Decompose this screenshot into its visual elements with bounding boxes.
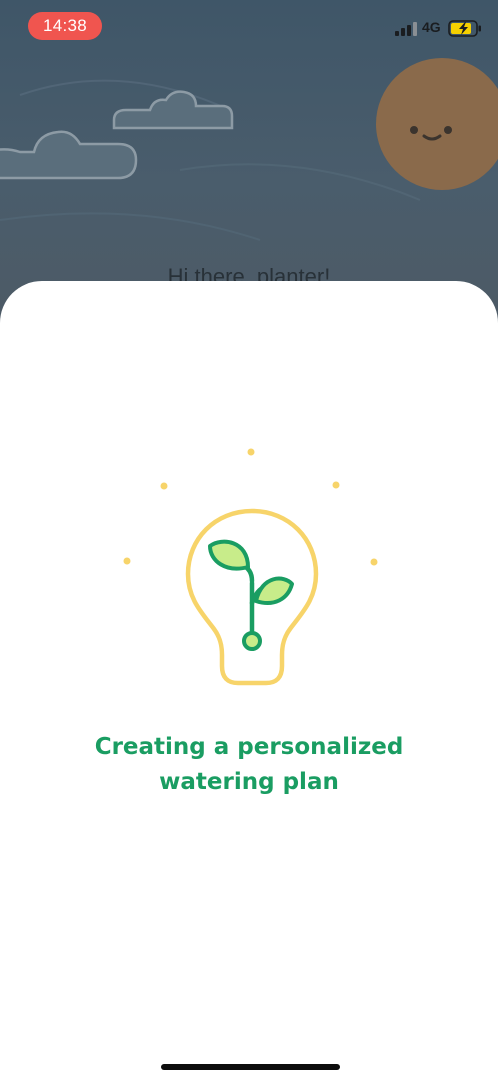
network-label: 4G xyxy=(422,19,441,35)
loading-sheet: Creating a personalized watering plan xyxy=(0,281,498,1080)
lightbulb-sprout-icon xyxy=(123,448,378,686)
cloud-icon xyxy=(0,130,138,180)
status-bar: 14:38 4G xyxy=(0,0,498,54)
home-indicator[interactable] xyxy=(161,1064,340,1070)
loading-message: Creating a personalized watering plan xyxy=(0,730,498,800)
battery-charging-icon xyxy=(448,20,481,37)
status-time: 14:38 xyxy=(28,12,102,40)
signal-icon xyxy=(395,22,417,36)
app-screen: Hi there, planter! 14:38 4G Creating a p… xyxy=(0,0,498,1080)
sun-face-icon xyxy=(376,58,498,190)
loading-message-line1: Creating a personalized xyxy=(94,734,404,760)
loading-message-line2: watering plan xyxy=(159,769,339,795)
